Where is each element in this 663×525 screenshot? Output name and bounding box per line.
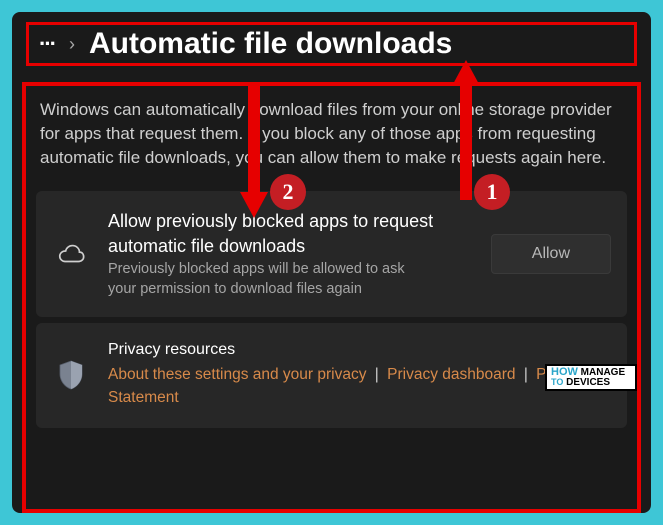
privacy-card-body: Privacy resources About these settings a… [108, 341, 611, 410]
allow-card-subtitle: Previously blocked apps will be allowed … [108, 260, 428, 299]
allow-button[interactable]: Allow [491, 234, 611, 274]
annotation-badge-2: 2 [270, 174, 306, 210]
more-icon[interactable]: ··· [39, 31, 55, 57]
divider-icon: | [375, 366, 379, 383]
privacy-card-title: Privacy resources [108, 341, 611, 359]
settings-window: ··· › Automatic file downloads Windows c… [12, 12, 651, 513]
annotation-arrow-up [450, 60, 482, 200]
annotation-arrow-down [238, 82, 270, 218]
chevron-right-icon: › [69, 34, 75, 55]
content-highlight-box: Windows can automatically download files… [22, 82, 641, 513]
annotation-badge-1: 1 [474, 174, 510, 210]
cloud-icon [52, 243, 90, 265]
header-bar: ··· › Automatic file downloads [12, 12, 651, 74]
shield-icon [52, 360, 90, 390]
watermark-logo: HOW MANAGE TO DEVICES [545, 364, 637, 391]
privacy-links: About these settings and your privacy | … [108, 363, 611, 410]
privacy-resources-card: Privacy resources About these settings a… [36, 323, 627, 428]
page-title: Automatic file downloads [89, 27, 452, 61]
about-settings-link[interactable]: About these settings and your privacy [108, 366, 366, 383]
allow-card-title: Allow previously blocked apps to request… [108, 209, 473, 258]
divider-icon: | [524, 366, 528, 383]
privacy-dashboard-link[interactable]: Privacy dashboard [387, 366, 515, 383]
watermark-to: TO [551, 377, 563, 387]
header-highlight-box: ··· › Automatic file downloads [26, 22, 637, 66]
watermark-devices: DEVICES [566, 377, 610, 388]
allow-card-body: Allow previously blocked apps to request… [108, 209, 473, 299]
allow-blocked-apps-card: Allow previously blocked apps to request… [36, 191, 627, 317]
page-description: Windows can automatically download files… [36, 96, 627, 183]
